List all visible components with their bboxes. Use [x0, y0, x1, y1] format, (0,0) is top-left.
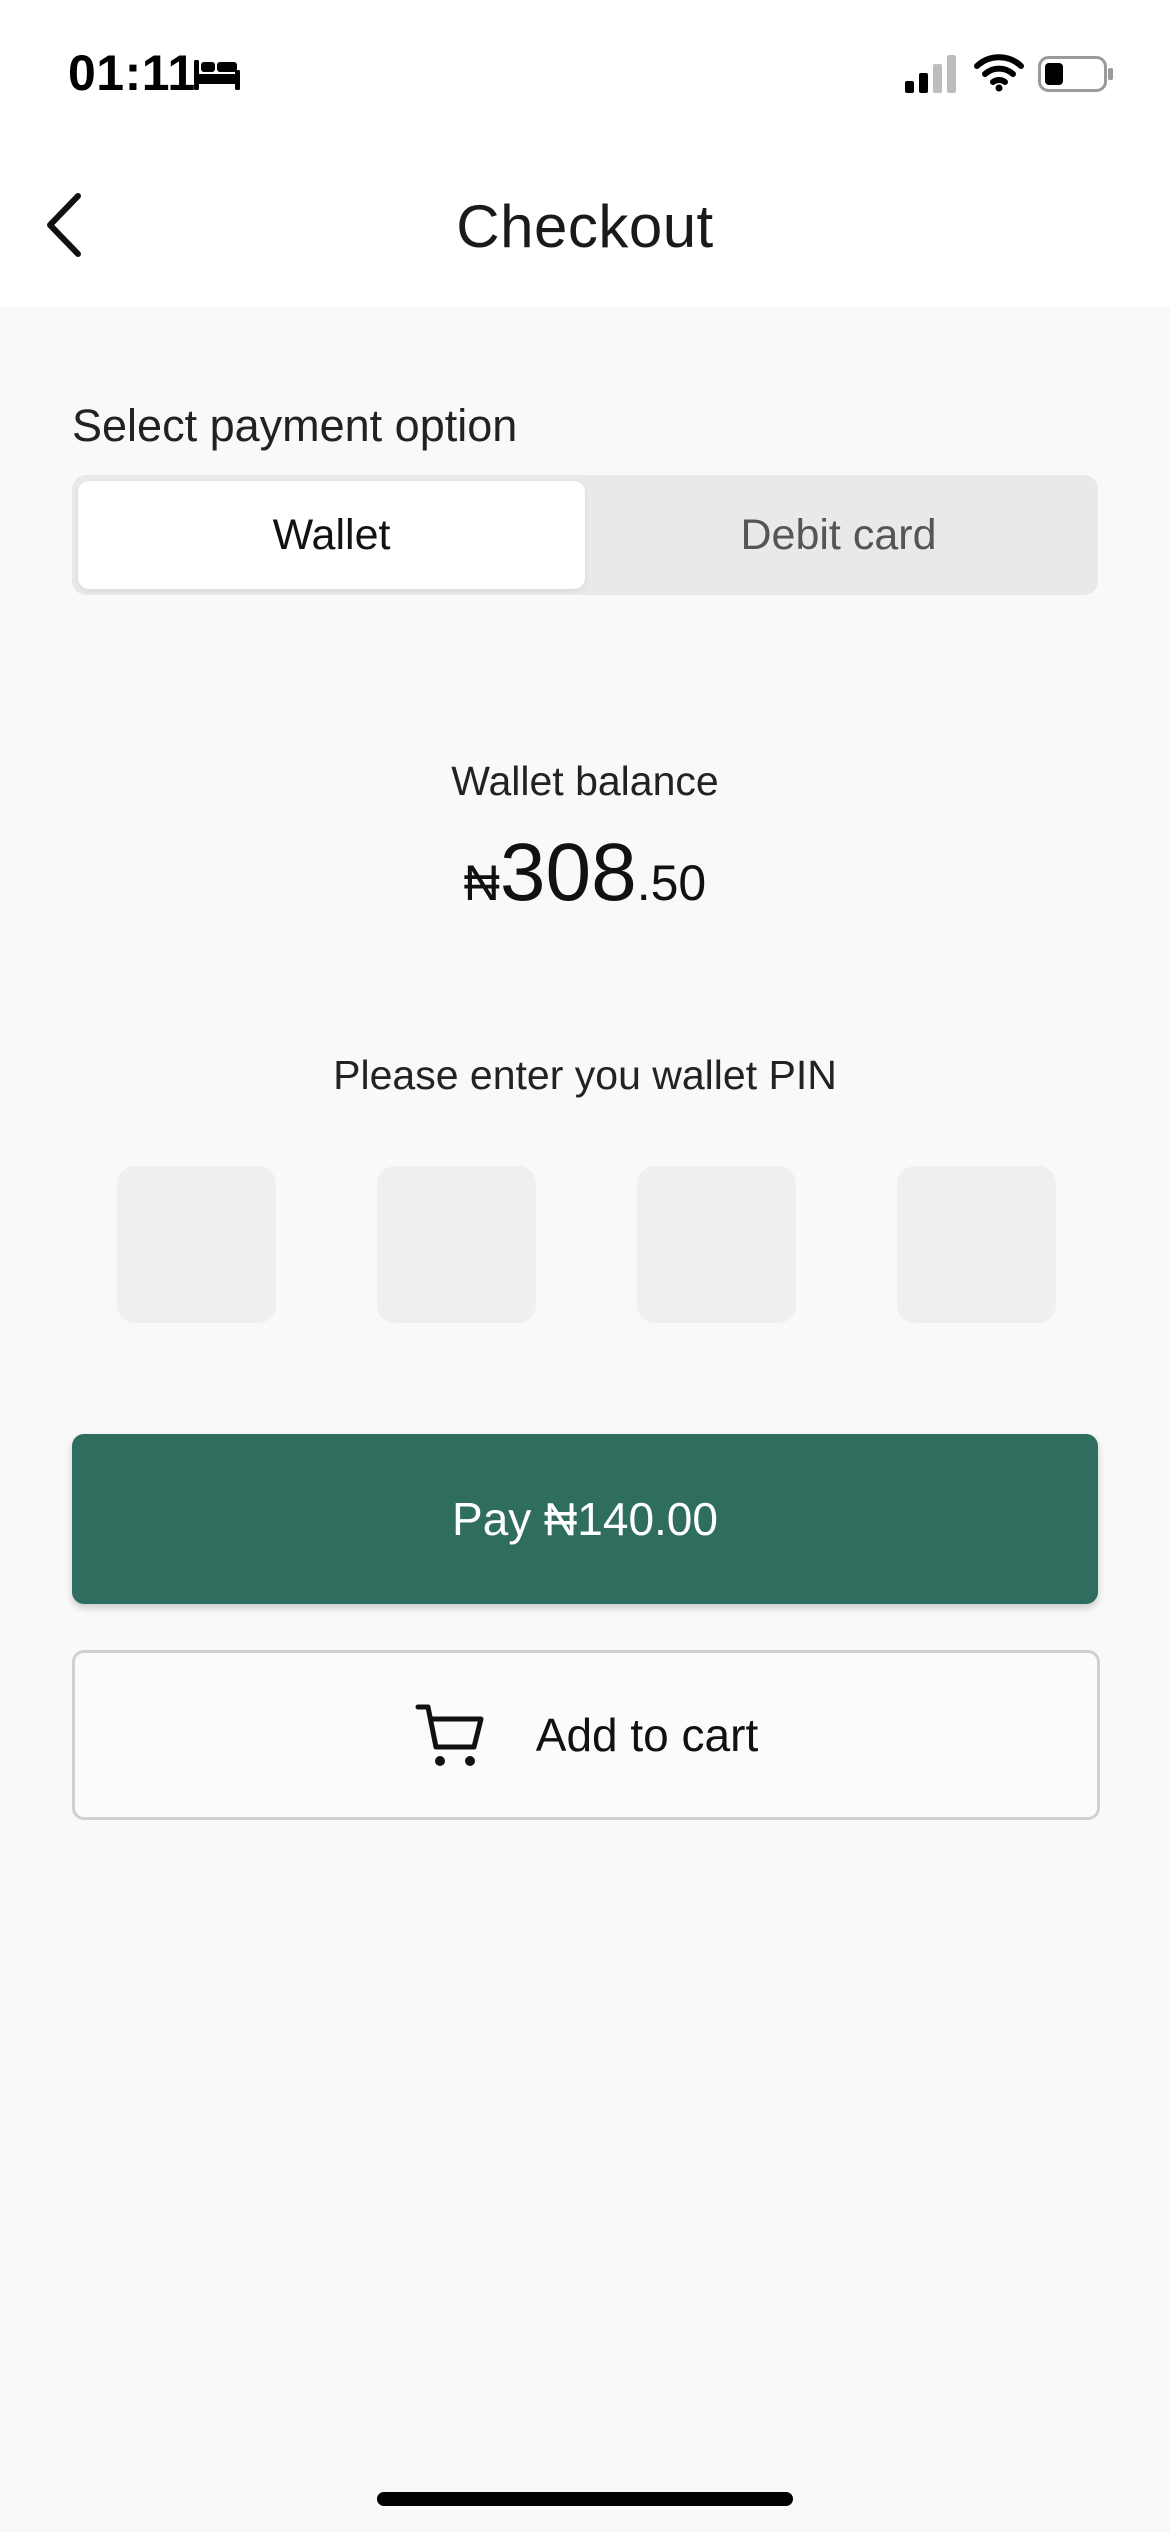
balance-integer: 308 — [499, 827, 637, 918]
battery-icon — [1038, 56, 1113, 92]
balance-decimal: .50 — [636, 855, 707, 911]
home-indicator[interactable] — [377, 2492, 793, 2506]
tab-wallet[interactable]: Wallet — [78, 481, 585, 589]
page-title: Checkout — [456, 193, 714, 260]
wifi-icon — [974, 54, 1024, 92]
add-to-cart-label: Add to cart — [535, 1709, 759, 1761]
payment-option-selector: Wallet Debit card — [72, 475, 1098, 595]
wallet-balance-label: Wallet balance — [451, 758, 719, 804]
pay-button[interactable]: Pay ₦140.00 — [72, 1434, 1098, 1604]
cart-icon — [415, 1704, 484, 1766]
tab-debit-card[interactable]: Debit card — [585, 481, 1092, 589]
pin-digit-3[interactable] — [637, 1166, 796, 1323]
cellular-signal-icon — [905, 55, 956, 93]
payment-option-label: Select payment option — [72, 400, 518, 451]
pin-digit-1[interactable] — [117, 1166, 276, 1323]
pin-digit-2[interactable] — [377, 1166, 536, 1323]
pin-prompt: Please enter you wallet PIN — [333, 1052, 837, 1098]
wallet-balance-amount: ₦308.50 — [0, 826, 1170, 920]
status-time: 01:11 — [68, 45, 196, 101]
bed-icon — [194, 60, 240, 90]
add-to-cart-button[interactable]: Add to cart — [72, 1650, 1100, 1820]
balance-currency: ₦ — [463, 855, 500, 911]
pin-digit-4[interactable] — [897, 1166, 1056, 1323]
